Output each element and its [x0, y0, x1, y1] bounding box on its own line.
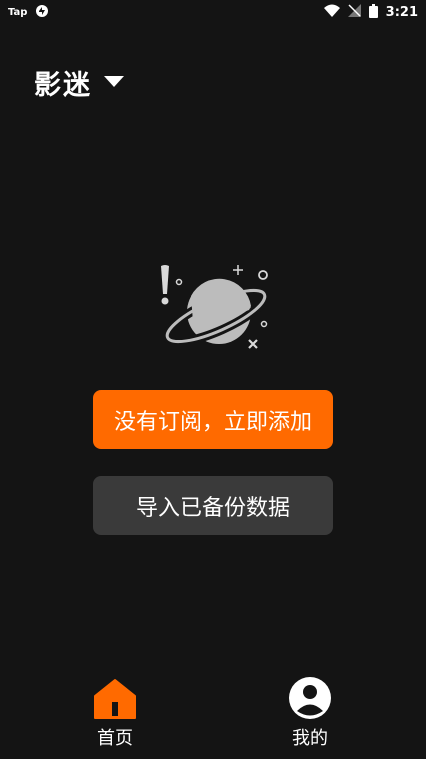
- status-right: 3:21: [323, 3, 418, 21]
- caret-down-icon[interactable]: [104, 76, 124, 88]
- empty-planet-illustration: [153, 260, 273, 355]
- status-bar: Tap 3:21: [0, 0, 426, 24]
- wifi-icon: [323, 4, 340, 20]
- status-left: Tap: [8, 4, 49, 21]
- add-subscription-button[interactable]: 没有订阅，立即添加: [93, 390, 333, 449]
- title-selector[interactable]: 影迷: [34, 62, 124, 102]
- no-signal-icon: [347, 4, 361, 20]
- battery-icon: [368, 3, 378, 21]
- home-icon: [93, 676, 137, 720]
- nav-label-mine: 我的: [292, 728, 328, 749]
- sync-icon: [35, 4, 49, 21]
- status-time: 3:21: [385, 4, 418, 20]
- import-backup-button[interactable]: 导入已备份数据: [93, 476, 333, 535]
- app-screen: Tap 3:21 影迷 没有订阅，立即添加 导入已备份数据 首页 我的: [0, 0, 426, 759]
- nav-item-home[interactable]: 首页: [75, 676, 155, 750]
- profile-icon: [288, 676, 332, 720]
- bottom-nav: 首页 我的: [0, 672, 426, 759]
- tap-app-indicator: Tap: [8, 6, 28, 18]
- nav-label-home: 首页: [97, 728, 133, 749]
- page-title: 影迷: [34, 69, 92, 101]
- nav-item-mine[interactable]: 我的: [270, 676, 350, 750]
